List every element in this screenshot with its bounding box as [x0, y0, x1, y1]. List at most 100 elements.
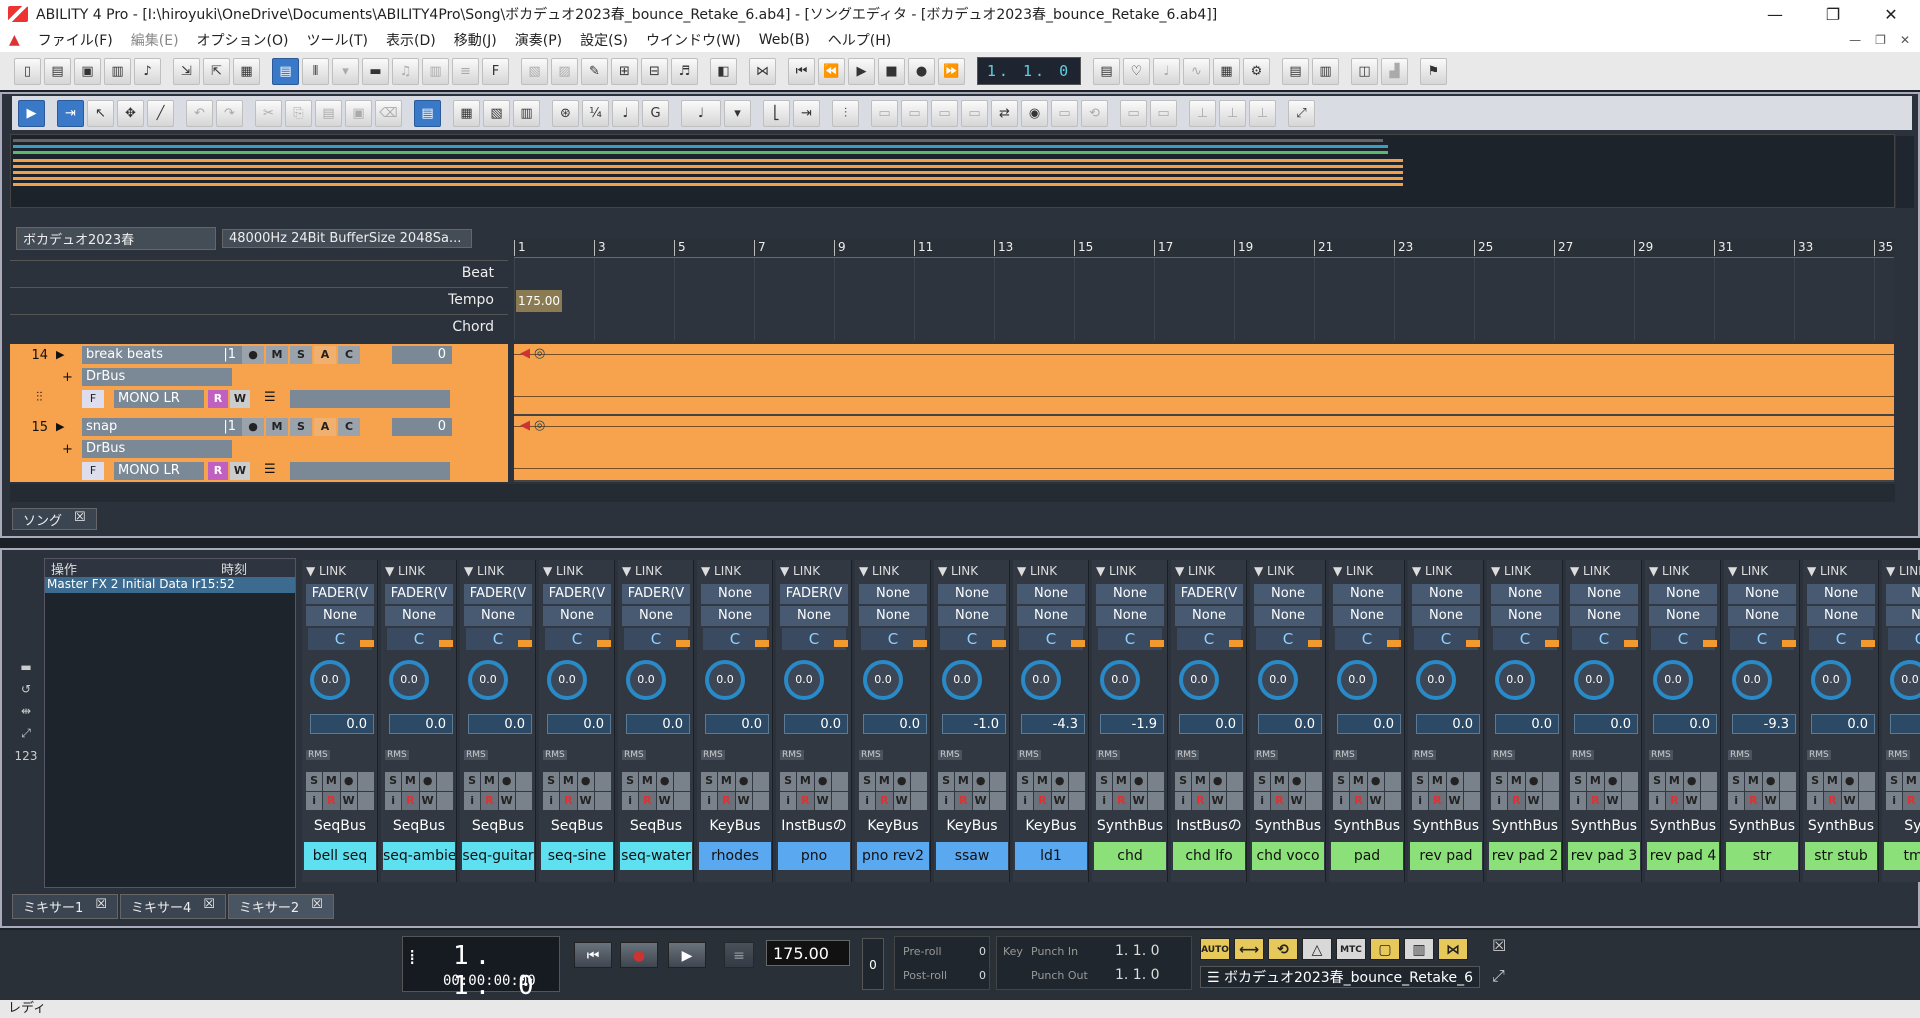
loop-icon[interactable]: ⟲: [1081, 99, 1108, 127]
app-menu-icon[interactable]: ▲: [0, 32, 29, 48]
link-toggle[interactable]: ▼ LINK: [385, 564, 425, 578]
auto-button[interactable]: A: [314, 346, 336, 364]
insert-slot-2[interactable]: None: [1649, 606, 1717, 626]
read-button[interactable]: R: [1508, 791, 1525, 810]
send-knob[interactable]: 0.0: [1495, 660, 1535, 700]
spare-button[interactable]: [1226, 772, 1243, 791]
clip-gain-icon[interactable]: ◎: [534, 418, 545, 433]
insert-slot-2[interactable]: None: [1175, 606, 1243, 626]
send-knob[interactable]: 0.0: [1653, 660, 1693, 700]
solo-button[interactable]: S: [938, 772, 955, 791]
volume-value[interactable]: 0.0: [1179, 714, 1243, 734]
solo-button[interactable]: S: [1649, 772, 1666, 791]
read-button[interactable]: R: [1429, 791, 1446, 810]
paste-special-icon[interactable]: ▣: [345, 99, 372, 127]
tab-close-icon[interactable]: ☒: [74, 510, 86, 528]
tool-v-icon[interactable]: ▭: [931, 99, 958, 127]
record-arm-button[interactable]: ●: [577, 772, 594, 791]
spare-button[interactable]: [1542, 772, 1559, 791]
spare-button[interactable]: [1779, 772, 1796, 791]
insert-slot-2[interactable]: None: [1807, 606, 1875, 626]
tool-f-icon[interactable]: ♬: [671, 57, 698, 85]
read-button[interactable]: R: [1745, 791, 1762, 810]
solo-button[interactable]: S: [1333, 772, 1350, 791]
input-button[interactable]: i: [1491, 791, 1508, 810]
link-toggle[interactable]: ▼ LINK: [859, 564, 899, 578]
record-arm-button[interactable]: ●: [893, 772, 910, 791]
spare-button[interactable]: [357, 772, 374, 791]
insert-slot-2[interactable]: None: [1570, 606, 1638, 626]
input-button[interactable]: i: [859, 791, 876, 810]
volume-value[interactable]: -1.9: [1100, 714, 1164, 734]
horizontal-scrollbar[interactable]: [10, 484, 1895, 502]
spare-button-2[interactable]: [1068, 791, 1085, 810]
send-knob[interactable]: 0.0: [1021, 660, 1061, 700]
link-toggle[interactable]: ▼ LINK: [1570, 564, 1610, 578]
record-arm-button[interactable]: ●: [1841, 772, 1858, 791]
insert-slot[interactable]: FADER(V: [622, 584, 690, 604]
metronome-button[interactable]: △: [1302, 938, 1332, 960]
track-empty-slot[interactable]: [290, 462, 450, 480]
link-toggle[interactable]: ▼ LINK: [1886, 564, 1920, 578]
record-arm-button[interactable]: ●: [1762, 772, 1779, 791]
menu-help[interactable]: ヘルプ(H): [819, 30, 900, 50]
grid-a-icon[interactable]: ▦: [453, 99, 480, 127]
input-button[interactable]: i: [1333, 791, 1350, 810]
write-button[interactable]: W: [893, 791, 910, 810]
export-audio-icon[interactable]: ♪: [134, 57, 161, 85]
insert-slot[interactable]: None: [1096, 584, 1164, 604]
output-bus[interactable]: KeyBus: [699, 816, 771, 836]
insert-slot[interactable]: None: [859, 584, 927, 604]
save-as-icon[interactable]: ▥: [104, 57, 131, 85]
spare-button-2[interactable]: [1700, 791, 1717, 810]
link-toggle[interactable]: ▼ LINK: [1175, 564, 1215, 578]
mute-button[interactable]: M: [1350, 772, 1367, 791]
mute-button[interactable]: M: [266, 346, 288, 364]
grid-button[interactable]: ▥: [1404, 938, 1434, 960]
audio-clip[interactable]: ◀ ◎: [514, 344, 1894, 416]
link-toggle[interactable]: ▼ LINK: [780, 564, 820, 578]
input-button[interactable]: i: [622, 791, 639, 810]
output-bus[interactable]: SeqBus: [541, 816, 613, 836]
mute-button[interactable]: M: [1429, 772, 1446, 791]
channel-name[interactable]: chd: [1094, 842, 1166, 870]
insert-slot-2[interactable]: None: [543, 606, 611, 626]
tool-q-icon[interactable]: ◫: [1351, 57, 1378, 85]
write-button[interactable]: W: [498, 791, 515, 810]
send-knob[interactable]: 0.0: [626, 660, 666, 700]
record-arm-button[interactable]: ●: [1604, 772, 1621, 791]
output-bus[interactable]: SynthBus: [1094, 816, 1166, 836]
close-button[interactable]: ✕: [1862, 5, 1920, 24]
read-button[interactable]: R: [718, 791, 735, 810]
tool-b-icon[interactable]: ▨: [551, 57, 578, 85]
record-arm-button[interactable]: ●: [1130, 772, 1147, 791]
output-bus[interactable]: SynthBus: [1568, 816, 1640, 836]
tool-k-icon[interactable]: ♩: [1153, 57, 1180, 85]
link-toggle[interactable]: ▼ LINK: [622, 564, 662, 578]
copy-icon[interactable]: ⎘: [285, 99, 312, 127]
mute-button[interactable]: M: [323, 772, 340, 791]
rewind-icon[interactable]: ⏪: [818, 57, 845, 85]
insert-slot-2[interactable]: None: [1728, 606, 1796, 626]
spare-button[interactable]: [831, 772, 848, 791]
write-button[interactable]: W: [1841, 791, 1858, 810]
spare-button[interactable]: [1305, 772, 1322, 791]
channel-name[interactable]: pno: [778, 842, 850, 870]
fast-forward-icon[interactable]: ⏩: [938, 57, 965, 85]
read-button[interactable]: R: [1587, 791, 1604, 810]
mute-button[interactable]: M: [639, 772, 656, 791]
volume-value[interactable]: [1890, 714, 1920, 734]
mute-button[interactable]: M: [481, 772, 498, 791]
view-mode-icon[interactable]: ▤: [414, 99, 441, 127]
split-icon[interactable]: ⫶: [832, 99, 859, 127]
list-icon[interactable]: ☰: [264, 462, 276, 477]
insert-slot[interactable]: FADER(V: [385, 584, 453, 604]
output-bus[interactable]: KeyBus: [936, 816, 1008, 836]
insert-slot-2[interactable]: None: [464, 606, 532, 626]
read-button[interactable]: R: [876, 791, 893, 810]
track-volume[interactable]: 0: [392, 418, 452, 436]
track-io[interactable]: MONO LR: [114, 462, 204, 480]
mute-button[interactable]: M: [1192, 772, 1209, 791]
tool-e-icon[interactable]: ⊟: [641, 57, 668, 85]
link-toggle[interactable]: ▼ LINK: [1491, 564, 1531, 578]
